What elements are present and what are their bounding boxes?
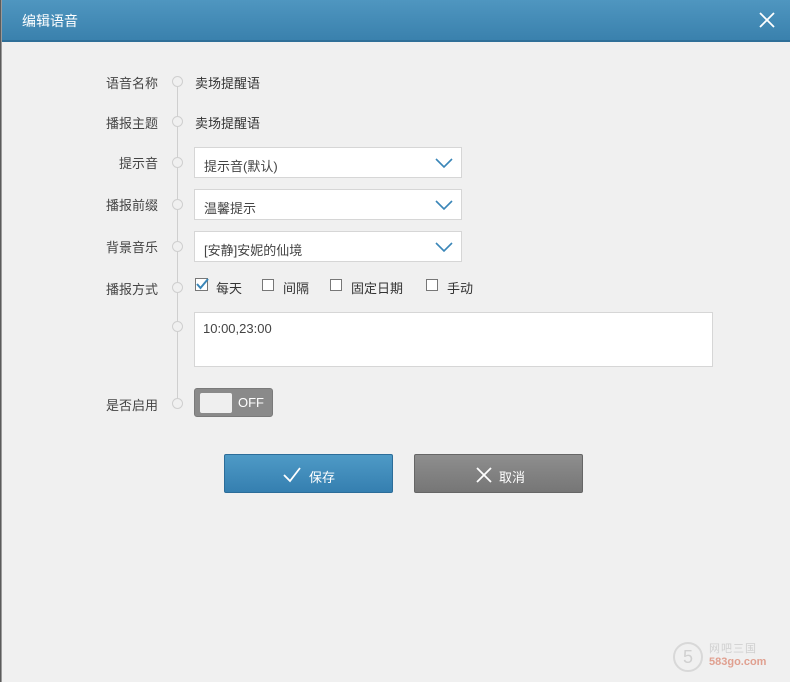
broadcast-mode-label: 播报方式	[105, 282, 158, 297]
cancel-button-label: 取消	[499, 470, 526, 485]
save-button[interactable]: 保存	[224, 454, 393, 493]
prompt-tone-select[interactable]: 提示音(默认)	[194, 147, 462, 178]
edit-voice-dialog: 编辑语音 语音名称 卖场提醒语 播报主题 卖场提醒语 提示音 提示音(默认) 播…	[1, 0, 790, 682]
enabled-label: 是否启用	[105, 398, 158, 413]
broadcast-prefix-selected: 温馨提示	[204, 201, 257, 216]
checkbox-checked-icon	[195, 278, 209, 291]
watermark-url: 583go.com	[709, 656, 767, 668]
checkbox-unchecked-icon	[262, 279, 274, 291]
timeline-dot	[172, 241, 183, 252]
chevron-down-icon	[435, 242, 453, 253]
times-textarea[interactable]: 10:00,23:00	[194, 312, 713, 367]
mode-daily-label: 每天	[216, 281, 243, 296]
close-icon	[476, 467, 492, 483]
dialog-title: 编辑语音	[22, 13, 78, 29]
mode-manual-label: 手动	[447, 281, 474, 296]
checkmark-icon	[283, 467, 301, 483]
save-button-label: 保存	[309, 470, 336, 485]
close-icon[interactable]	[757, 10, 777, 30]
broadcast-prefix-select[interactable]: 温馨提示	[194, 189, 462, 220]
voice-name-value: 卖场提醒语	[195, 76, 261, 91]
dialog-titlebar: 编辑语音	[2, 0, 790, 42]
chevron-down-icon	[435, 200, 453, 211]
mode-interval-label: 间隔	[283, 281, 310, 296]
timeline-dot	[172, 199, 183, 210]
timeline-dot	[172, 398, 183, 409]
timeline-dot	[172, 116, 183, 127]
cancel-button[interactable]: 取消	[414, 454, 583, 493]
voice-name-label: 语音名称	[105, 76, 158, 91]
background-music-selected: [安静]安妮的仙境	[204, 243, 303, 258]
toggle-state-text: OFF	[238, 395, 264, 410]
broadcast-topic-label: 播报主题	[105, 116, 158, 131]
broadcast-prefix-label: 播报前缀	[105, 198, 158, 213]
broadcast-topic-value: 卖场提醒语	[195, 116, 261, 131]
watermark-logo: 5	[673, 642, 703, 672]
toggle-knob	[200, 393, 232, 413]
chevron-down-icon	[435, 158, 453, 169]
prompt-tone-selected: 提示音(默认)	[204, 159, 278, 174]
timeline-dot	[172, 157, 183, 168]
mode-fixed-date-label: 固定日期	[351, 281, 404, 296]
site-watermark: 5 网吧三国 583go.com	[673, 638, 783, 674]
background-music-label: 背景音乐	[105, 240, 158, 255]
timeline-dot	[172, 76, 183, 87]
prompt-tone-label: 提示音	[118, 156, 158, 171]
background-music-select[interactable]: [安静]安妮的仙境	[194, 231, 462, 262]
timeline-dot	[172, 321, 183, 332]
enabled-toggle[interactable]: OFF	[194, 388, 273, 417]
watermark-text: 网吧三国	[709, 643, 757, 655]
checkbox-unchecked-icon	[426, 279, 438, 291]
timeline-dot	[172, 282, 183, 293]
checkbox-unchecked-icon	[330, 279, 342, 291]
times-value: 10:00,23:00	[203, 321, 272, 336]
